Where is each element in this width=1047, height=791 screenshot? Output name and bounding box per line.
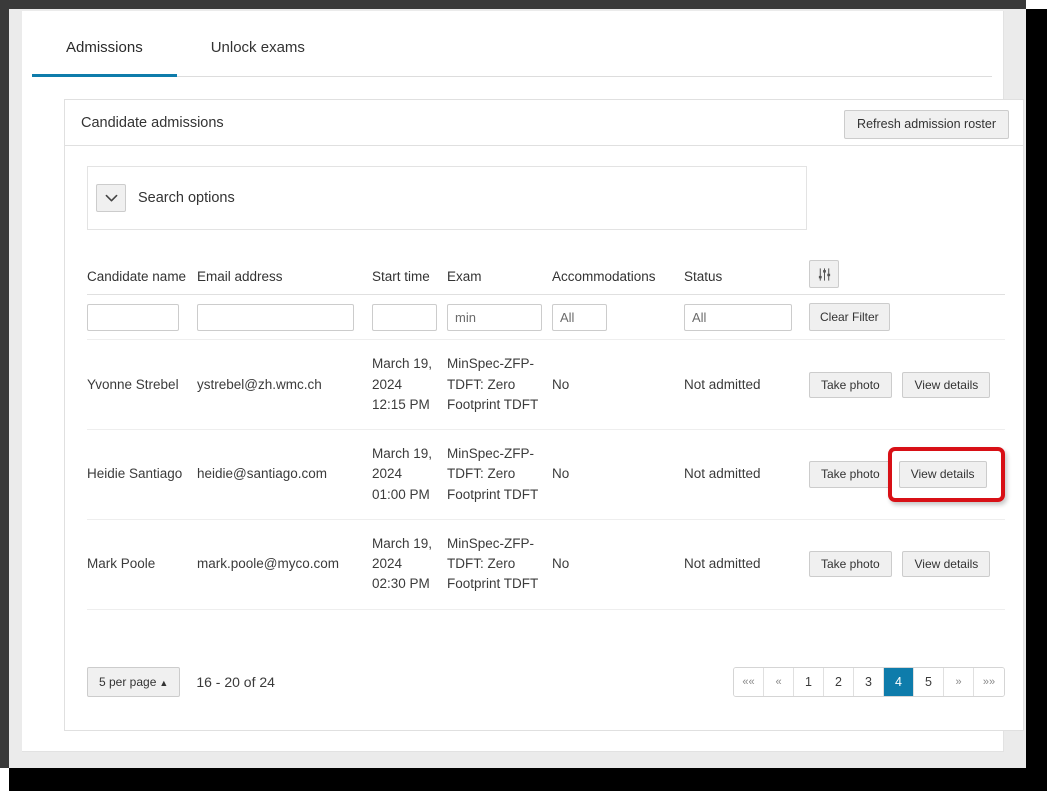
cell-exam: MinSpec-ZFP-TDFT: Zero Footprint TDFT <box>447 519 552 610</box>
cell-accommodations: No <box>552 339 684 431</box>
cell-email-address: ystrebel@zh.wmc.ch <box>197 339 372 431</box>
result-range-text: 16 - 20 of 24 <box>196 674 275 690</box>
screenshot-frame: Admissions Unlock exams Candidate admiss… <box>0 0 1047 791</box>
table-row: Yvonne Strebel ystrebel@zh.wmc.ch March … <box>87 339 1005 431</box>
cell-actions: Take photo View details <box>809 429 1005 520</box>
card-header: Candidate admissions Refresh admission r… <box>65 100 1023 146</box>
cell-status: Not admitted <box>684 429 809 520</box>
cell-start-time: March 19, 2024 12:15 PM <box>372 339 447 431</box>
column-header-accommodations[interactable]: Accommodations <box>552 260 684 295</box>
sliders-filter-icon <box>817 267 832 282</box>
tab-unlock-exams-label: Unlock exams <box>210 39 305 56</box>
filter-cell-start-time <box>372 294 447 341</box>
window-frame-top-edge <box>0 0 1026 9</box>
admissions-table-wrapper: Candidate name Email address Start time … <box>87 260 1005 610</box>
table-filter-row: Clear Filter <box>87 294 1005 341</box>
filter-input-start-time[interactable] <box>372 303 437 331</box>
pagination: «« « 1 2 3 4 5 » »» <box>733 667 1005 697</box>
table-body: Clear Filter Yvonne Strebel ystrebel@zh.… <box>87 294 1005 610</box>
column-header-exam[interactable]: Exam <box>447 260 552 295</box>
candidate-admissions-card: Candidate admissions Refresh admission r… <box>64 99 1024 731</box>
cell-actions: Take photo View details <box>809 519 1005 610</box>
pagination-next-button[interactable]: » <box>944 668 974 696</box>
cell-candidate-name: Mark Poole <box>87 519 197 610</box>
search-options-toggle-button[interactable] <box>96 184 126 212</box>
filter-cell-status <box>684 294 809 341</box>
cell-accommodations: No <box>552 519 684 610</box>
cell-email-address: heidie@santiago.com <box>197 429 372 520</box>
window-shadow-bottom <box>9 768 1047 791</box>
filter-cell-actions: Clear Filter <box>809 294 1005 341</box>
cell-status: Not admitted <box>684 519 809 610</box>
per-page-dropdown-button[interactable]: 5 per page ▲ <box>87 667 181 697</box>
tab-admissions-label: Admissions <box>66 39 143 56</box>
admissions-table: Candidate name Email address Start time … <box>87 260 1005 610</box>
table-header-row: Candidate name Email address Start time … <box>87 260 1005 295</box>
view-details-highlight-wrapper: View details <box>887 447 1005 502</box>
pagination-page-4[interactable]: 4 <box>884 668 914 696</box>
view-details-button[interactable]: View details <box>898 461 987 488</box>
caret-up-icon: ▲ <box>159 678 169 688</box>
pagination-page-1[interactable]: 1 <box>794 668 824 696</box>
cell-start-time: March 19, 2024 01:00 PM <box>372 429 447 520</box>
column-header-email-address[interactable]: Email address <box>197 260 372 295</box>
table-row: Mark Poole mark.poole@myco.com March 19,… <box>87 519 1005 610</box>
cell-start-time: March 19, 2024 02:30 PM <box>372 519 447 610</box>
filter-cell-accommodations <box>552 294 684 341</box>
search-options-panel: Search options <box>87 166 807 230</box>
filter-input-accommodations[interactable] <box>552 303 607 331</box>
cell-exam: MinSpec-ZFP-TDFT: Zero Footprint TDFT <box>447 429 552 520</box>
cell-exam: MinSpec-ZFP-TDFT: Zero Footprint TDFT <box>447 339 552 431</box>
column-header-start-time[interactable]: Start time <box>372 260 447 295</box>
table-settings-button[interactable] <box>809 260 839 288</box>
pagination-last-button[interactable]: »» <box>974 668 1004 696</box>
pagination-first-button[interactable]: «« <box>734 668 764 696</box>
filter-input-status[interactable] <box>684 303 792 331</box>
pagination-prev-button[interactable]: « <box>764 668 794 696</box>
filter-cell-candidate-name <box>87 294 197 341</box>
cell-status: Not admitted <box>684 339 809 431</box>
search-options-label: Search options <box>138 190 235 206</box>
window-shadow-right <box>1026 9 1047 782</box>
filter-input-candidate-name[interactable] <box>87 303 179 331</box>
page-title: Candidate admissions <box>81 114 224 131</box>
cell-actions: Take photo View details <box>809 339 1005 431</box>
tab-unlock-exams[interactable]: Unlock exams <box>177 21 339 77</box>
pagination-page-3[interactable]: 3 <box>854 668 884 696</box>
take-photo-button[interactable]: Take photo <box>809 371 892 398</box>
pagination-page-5[interactable]: 5 <box>914 668 944 696</box>
clear-filter-button[interactable]: Clear Filter <box>809 303 890 332</box>
filter-input-email-address[interactable] <box>197 303 354 331</box>
cell-accommodations: No <box>552 429 684 520</box>
tab-bar: Admissions Unlock exams <box>32 21 992 77</box>
pagination-page-2[interactable]: 2 <box>824 668 854 696</box>
column-header-status[interactable]: Status <box>684 260 809 295</box>
cell-candidate-name: Heidie Santiago <box>87 429 197 520</box>
view-details-button[interactable]: View details <box>902 371 991 398</box>
filter-cell-email-address <box>197 294 372 341</box>
table-footer: 5 per page ▲ 16 - 20 of 24 «« « 1 2 3 4 5… <box>87 658 1005 706</box>
window-frame-left-edge <box>0 0 9 768</box>
filter-cell-exam <box>447 294 552 341</box>
tab-admissions[interactable]: Admissions <box>32 21 177 77</box>
table-row: Heidie Santiago heidie@santiago.com Marc… <box>87 429 1005 520</box>
filter-input-exam[interactable] <box>447 303 542 331</box>
view-details-button[interactable]: View details <box>902 551 991 578</box>
chevron-down-icon <box>105 194 118 203</box>
column-header-tools <box>809 260 1005 295</box>
refresh-admission-roster-button[interactable]: Refresh admission roster <box>844 110 1009 139</box>
take-photo-button[interactable]: Take photo <box>809 551 892 578</box>
cell-candidate-name: Yvonne Strebel <box>87 339 197 431</box>
cell-email-address: mark.poole@myco.com <box>197 519 372 610</box>
column-header-candidate-name[interactable]: Candidate name <box>87 260 197 295</box>
content-surface: Admissions Unlock exams Candidate admiss… <box>22 11 1024 752</box>
take-photo-button[interactable]: Take photo <box>809 461 892 488</box>
per-page-label: 5 per page <box>99 675 157 689</box>
